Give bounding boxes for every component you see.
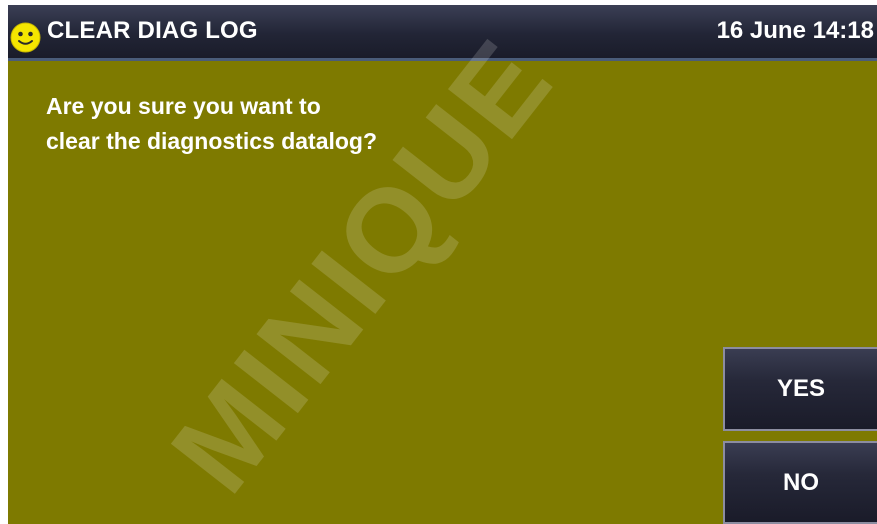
title-bar: CLEAR DIAG LOG 16 June 14:18 <box>8 5 877 61</box>
smiley-face-icon <box>10 22 41 53</box>
date-time-display: 16 June 14:18 <box>716 17 874 44</box>
no-button[interactable]: NO <box>723 441 877 524</box>
dialog-screen: CLEAR DIAG LOG 16 June 14:18 Are you sur… <box>8 5 877 524</box>
yes-button[interactable]: YES <box>723 347 877 431</box>
confirmation-message: Are you sure you want to clear the diagn… <box>46 89 646 159</box>
message-line: clear the diagnostics datalog? <box>46 128 378 154</box>
message-line: Are you sure you want to <box>46 93 321 119</box>
yes-button-label: YES <box>776 375 826 402</box>
page-title: CLEAR DIAG LOG <box>47 17 258 44</box>
no-button-label: NO <box>783 468 819 496</box>
